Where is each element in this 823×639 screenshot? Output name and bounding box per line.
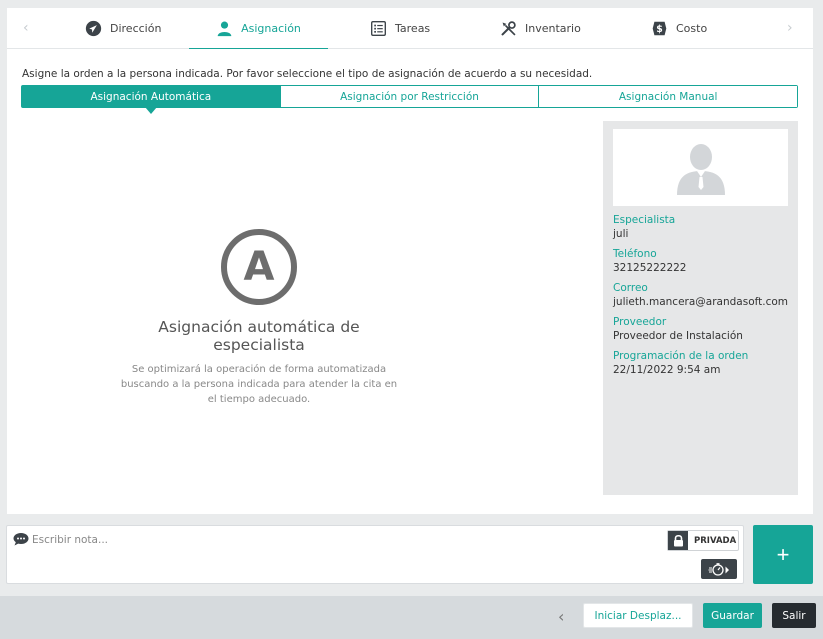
avatar-placeholder-icon [676, 143, 725, 195]
navigation-arrow-icon [85, 20, 102, 37]
email-value: julieth.mancera@arandasoft.com [613, 296, 789, 308]
chat-bubble-icon [13, 533, 29, 546]
back-chevron-icon[interactable]: ‹ [558, 607, 564, 626]
phone-label: Teléfono [613, 248, 657, 260]
dollar-tag-icon: $ [652, 21, 667, 36]
footer-bar: ‹ Iniciar Desplaz... Guardar Salir [0, 596, 823, 639]
tab-asignacion[interactable]: Asignación [189, 8, 328, 50]
tabs-prev-icon[interactable]: ‹ [23, 20, 29, 36]
note-box: PRIVADA [6, 525, 744, 584]
assignment-manual-button[interactable]: Asignación Manual [538, 86, 798, 107]
schedule-label: Programación de la orden [613, 350, 749, 362]
private-toggle[interactable]: PRIVADA [667, 530, 739, 551]
specialist-photo [613, 129, 788, 206]
assignment-panel: Asigne la orden a la persona indicada. P… [7, 49, 813, 514]
phone-value: 32125222222 [613, 262, 687, 274]
stopwatch-play-icon [708, 563, 729, 576]
tab-inventario-label: Inventario [525, 22, 581, 35]
exit-button[interactable]: Salir [772, 603, 816, 628]
svg-text:$: $ [656, 24, 663, 35]
instructions-text: Asigne la orden a la persona indicada. P… [22, 68, 593, 80]
schedule-value: 22/11/2022 9:54 am [613, 364, 721, 376]
automatic-assignment-info: A Asignación automática de especialista … [117, 229, 401, 407]
assignment-restriction-button[interactable]: Asignación por Restricción [279, 86, 539, 107]
specialist-value: juli [613, 228, 629, 240]
specialist-label: Especialista [613, 214, 676, 226]
person-icon [217, 21, 232, 37]
note-input[interactable] [32, 532, 592, 548]
tab-tareas[interactable]: Tareas [370, 8, 430, 49]
assignment-automatic-button[interactable]: Asignación Automática [22, 86, 280, 114]
assignment-type-selector: Asignación Automática Asignación por Res… [21, 85, 798, 114]
start-travel-button[interactable]: Iniciar Desplaz... [583, 603, 693, 628]
automatic-badge-icon: A [221, 229, 297, 305]
tab-costo-label: Costo [676, 22, 708, 35]
tab-direccion-label: Dirección [110, 22, 162, 35]
specialist-card: Especialista juli Teléfono 32125222222 C… [603, 121, 798, 495]
tab-costo[interactable]: $ Costo [651, 8, 707, 49]
provider-label: Proveedor [613, 316, 667, 328]
automatic-description: Se optimizará la operación de forma auto… [120, 364, 398, 405]
add-note-button[interactable]: + [753, 525, 813, 584]
automatic-title: Asignación automática de especialista [158, 318, 360, 354]
tab-bar: ‹ Dirección Asignación Tareas Inventario… [7, 8, 813, 50]
tab-asignacion-label: Asignación [241, 22, 301, 35]
private-label: PRIVADA [694, 535, 737, 546]
email-label: Correo [613, 282, 648, 294]
checklist-icon [371, 21, 386, 36]
tab-tareas-label: Tareas [395, 22, 431, 35]
tools-icon [501, 21, 516, 36]
tab-direccion[interactable]: Dirección [85, 8, 161, 49]
provider-value: Proveedor de Instalación [613, 330, 743, 342]
lock-icon [668, 531, 688, 550]
specialist-details: Especialista juli Teléfono 32125222222 C… [613, 213, 793, 383]
save-button[interactable]: Guardar [703, 603, 762, 628]
timer-button[interactable] [701, 559, 737, 579]
tab-inventario[interactable]: Inventario [500, 8, 581, 49]
tabs-next-icon[interactable]: › [787, 20, 793, 36]
